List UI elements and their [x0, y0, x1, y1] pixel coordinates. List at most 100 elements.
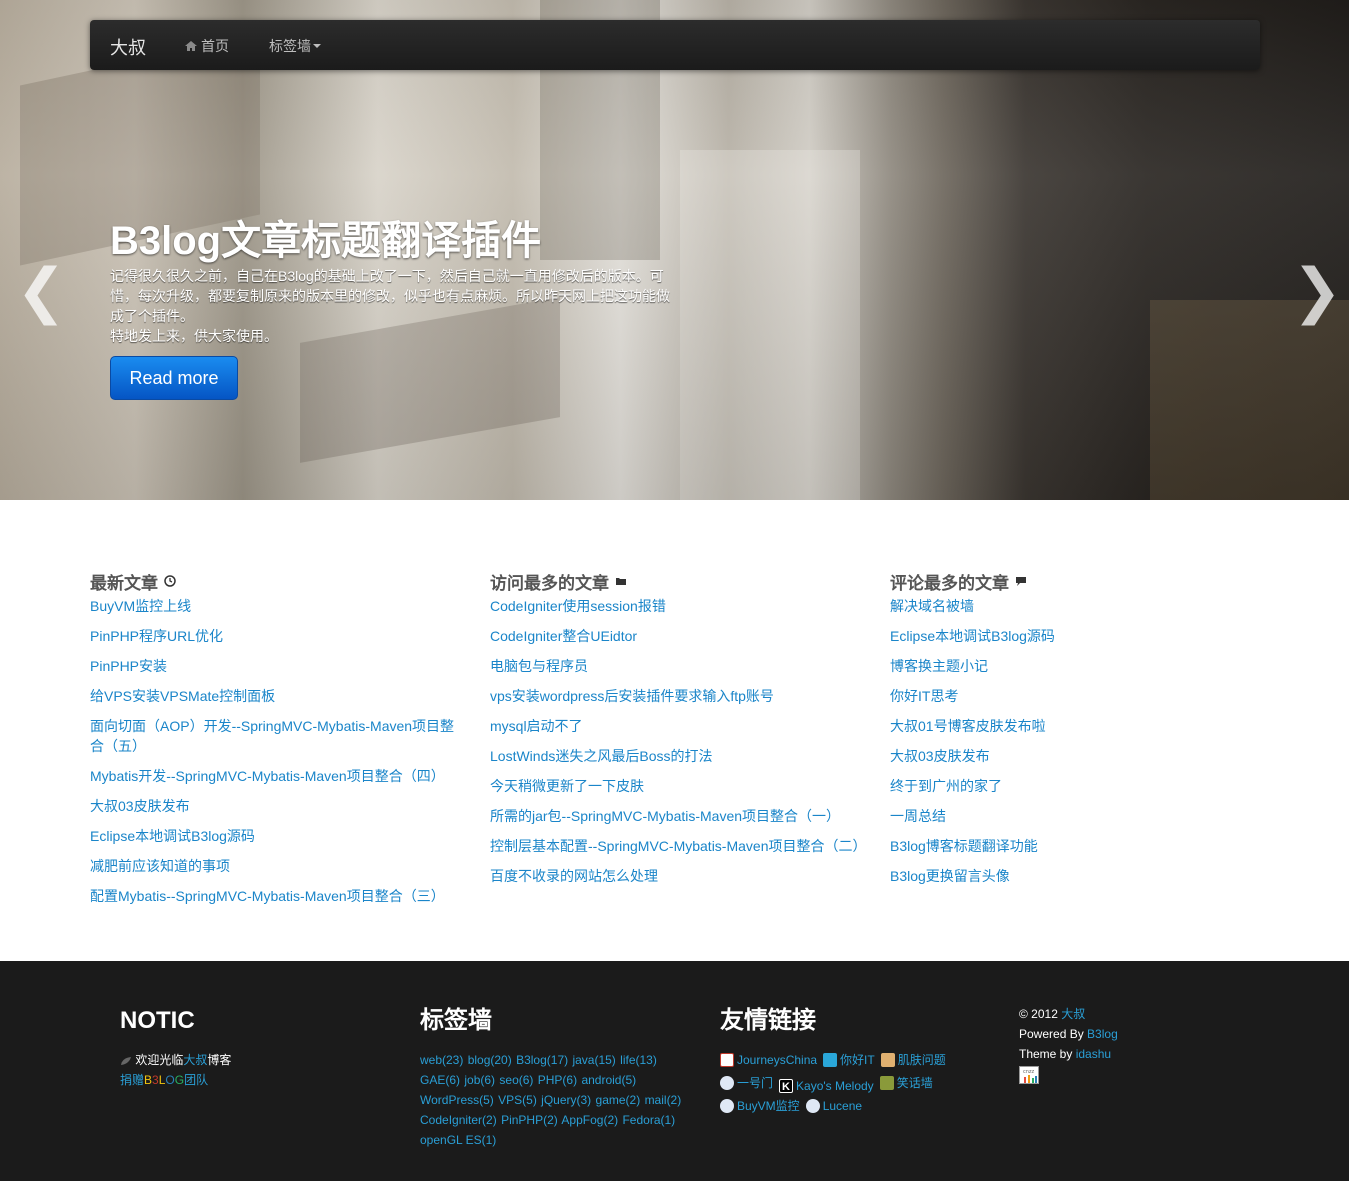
tag-link[interactable]: Fedora(1) [622, 1113, 675, 1127]
post-link[interactable]: 电脑包与程序员 [490, 658, 588, 674]
post-link[interactable]: 大叔03皮肤发布 [90, 798, 190, 814]
tag-link[interactable]: java(15) [572, 1053, 615, 1067]
brand-link[interactable]: 大叔 [110, 34, 146, 60]
carousel-prev-arrow[interactable]: ❮ [16, 256, 66, 326]
tag-link[interactable]: jQuery(3) [541, 1093, 591, 1107]
tag-link[interactable]: life(13) [620, 1053, 657, 1067]
globe-icon [720, 1099, 734, 1113]
b3log-link[interactable]: B3log [1087, 1027, 1118, 1041]
list-item: 面向切面（AOP）开发--SpringMVC-Mybatis-Maven项目整合… [90, 716, 460, 756]
tag-link[interactable]: web(23) [420, 1053, 463, 1067]
owner-link[interactable]: 大叔 [1061, 1007, 1085, 1021]
list-item: mysql启动不了 [490, 716, 860, 736]
list-item: 配置Mybatis--SpringMVC-Mybatis-Maven项目整合（三… [90, 886, 460, 906]
friend-link-label: 你好IT [840, 1053, 875, 1067]
theme-line: Theme by idashu [1019, 1044, 1118, 1064]
post-link[interactable]: LostWinds迷失之风最后Boss的打法 [490, 748, 712, 764]
tag-link[interactable]: openGL ES(1) [420, 1133, 496, 1147]
post-link[interactable]: 配置Mybatis--SpringMVC-Mybatis-Maven项目整合（三… [90, 888, 445, 904]
post-link[interactable]: 今天稍微更新了一下皮肤 [490, 778, 644, 794]
post-link[interactable]: 减肥前应该知道的事项 [90, 858, 230, 874]
team-link[interactable]: 团队 [184, 1073, 208, 1087]
post-link[interactable]: Mybatis开发--SpringMVC-Mybatis-Maven项目整合（四… [90, 768, 445, 784]
tag-link[interactable]: PHP(6) [538, 1073, 577, 1087]
journeyschina-icon [720, 1053, 734, 1067]
counter-label: cnzz [1023, 1069, 1035, 1075]
post-link[interactable]: B3log更换留言头像 [890, 868, 1010, 884]
post-link[interactable]: 百度不收录的网站怎么处理 [490, 868, 658, 884]
tag-list: web(23) blog(20) B3log(17) java(15) life… [420, 1050, 690, 1150]
tag-link[interactable]: GAE(6) [420, 1073, 460, 1087]
owner-link[interactable]: 大叔 [183, 1053, 207, 1067]
tag-link[interactable]: game(2) [596, 1093, 641, 1107]
post-link[interactable]: 你好IT思考 [890, 688, 958, 704]
post-link[interactable]: 面向切面（AOP）开发--SpringMVC-Mybatis-Maven项目整合… [90, 718, 454, 754]
tag-link[interactable]: B3log(17) [516, 1053, 568, 1067]
list-item: B3log博客标题翻译功能 [890, 836, 1260, 856]
post-link[interactable]: 给VPS安装VPSMate控制面板 [90, 688, 275, 704]
friend-link[interactable]: 笑话墙 [879, 1073, 933, 1093]
donate-link[interactable]: 捐赠 [120, 1073, 144, 1087]
list-item: B3log更换留言头像 [890, 866, 1260, 886]
clock-icon [164, 575, 176, 587]
most-viewed-heading: 访问最多的文章 [490, 568, 860, 594]
hero-caption: B3log文章标题翻译插件 记得很久很久之前，自己在B3log的基础上改了一下，… [110, 218, 670, 346]
footer-copyright: © 2012 大叔 Powered By B3log Theme by idas… [1019, 1004, 1118, 1091]
carousel-next-arrow[interactable]: ❯ [1292, 256, 1342, 326]
post-link[interactable]: CodeIgniter使用session报错 [490, 598, 666, 614]
copyright-year: © 2012 [1019, 1007, 1058, 1021]
friend-link[interactable]: BuyVM监控 [720, 1096, 800, 1116]
tag-link[interactable]: AppFog(2) [561, 1113, 618, 1127]
post-link[interactable]: CodeIgniter整合UEidtor [490, 628, 637, 644]
friend-link[interactable]: 肌肤问题 [880, 1050, 946, 1070]
nav-tags-dropdown[interactable]: 标签墙 [269, 36, 321, 56]
post-link[interactable]: PinPHP安装 [90, 658, 167, 674]
globe-icon [805, 1099, 820, 1113]
friend-link-label: Lucene [822, 1099, 863, 1113]
list-item: 今天稍微更新了一下皮肤 [490, 776, 860, 796]
list-item: 博客换主题小记 [890, 656, 1260, 676]
list-item: LostWinds迷失之风最后Boss的打法 [490, 746, 860, 766]
cnzz-counter-icon[interactable]: cnzz [1019, 1066, 1039, 1084]
post-link[interactable]: 控制层基本配置--SpringMVC-Mybatis-Maven项目整合（二） [490, 838, 866, 854]
tag-link[interactable]: WordPress(5) [420, 1093, 494, 1107]
post-link[interactable]: B3log博客标题翻译功能 [890, 838, 1038, 854]
nav-home-link[interactable]: 首页 [184, 36, 229, 56]
post-link[interactable]: 解决域名被墙 [890, 598, 974, 614]
post-link[interactable]: vps安装wordpress后安装插件要求输入ftp账号 [490, 688, 774, 704]
post-link[interactable]: 终于到广州的家了 [890, 778, 1002, 794]
read-more-button[interactable]: Read more [110, 356, 238, 400]
list-item: 解决域名被墙 [890, 596, 1260, 616]
friend-link[interactable]: 一号门 [720, 1073, 773, 1093]
footer-tags: 标签墙 web(23) blog(20) B3log(17) java(15) … [420, 1006, 690, 1150]
copyright-line: © 2012 大叔 [1019, 1004, 1118, 1024]
hero-paragraph: 记得很久很久之前，自己在B3log的基础上改了一下，然后自己就一直用修改后的版本… [110, 268, 670, 324]
post-link[interactable]: mysql启动不了 [490, 718, 583, 734]
tag-link[interactable]: CodeIgniter(2) [420, 1113, 497, 1127]
post-link[interactable]: 大叔01号博客皮肤发布啦 [890, 718, 1046, 734]
post-link[interactable]: 所需的jar包--SpringMVC-Mybatis-Maven项目整合（一） [490, 808, 840, 824]
post-link[interactable]: 博客换主题小记 [890, 658, 988, 674]
tag-link[interactable]: mail(2) [645, 1093, 682, 1107]
post-link[interactable]: Eclipse本地调试B3log源码 [90, 828, 255, 844]
blog-text: 博客 [207, 1053, 232, 1067]
tag-link[interactable]: PinPHP(2) [501, 1113, 558, 1127]
tag-link[interactable]: job(6) [464, 1073, 495, 1087]
friend-link[interactable]: JourneysChina [720, 1050, 817, 1070]
friend-link[interactable]: 你好IT [823, 1050, 875, 1070]
friend-links: JourneysChina 你好IT 肌肤问题 一号门 K Kayo's Melody 笑… [720, 1050, 980, 1119]
post-link[interactable]: BuyVM监控上线 [90, 598, 191, 614]
tag-link[interactable]: seo(6) [499, 1073, 533, 1087]
friend-link[interactable]: Lucene [805, 1096, 863, 1116]
tag-link[interactable]: android(5) [581, 1073, 636, 1087]
friend-link[interactable]: K Kayo's Melody [779, 1076, 874, 1096]
tag-link[interactable]: VPS(5) [498, 1093, 537, 1107]
post-link[interactable]: Eclipse本地调试B3log源码 [890, 628, 1055, 644]
footer-notice: NOTIC 欢迎光临大叔博客 捐赠B3LOG团队 [120, 1006, 231, 1090]
post-link[interactable]: 一周总结 [890, 808, 946, 824]
post-link[interactable]: PinPHP程序URL优化 [90, 628, 223, 644]
tag-link[interactable]: blog(20) [468, 1053, 512, 1067]
list-item: PinPHP安装 [90, 656, 460, 676]
theme-link[interactable]: idashu [1076, 1047, 1111, 1061]
post-link[interactable]: 大叔03皮肤发布 [890, 748, 990, 764]
